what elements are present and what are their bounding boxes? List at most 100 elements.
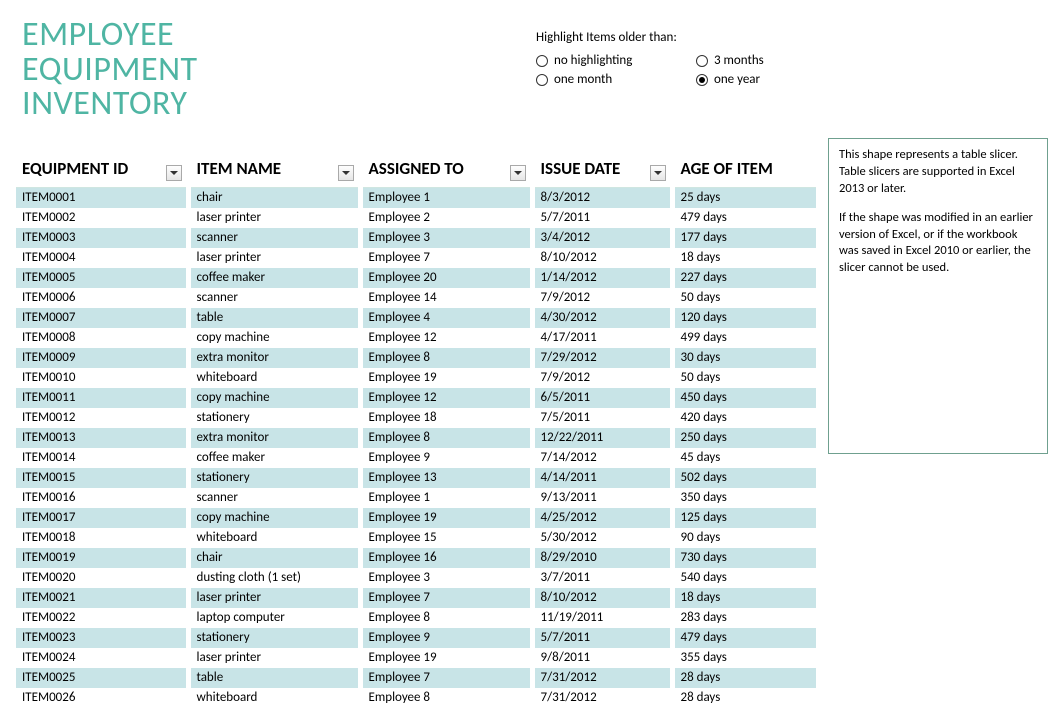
header-item-name[interactable]: ITEM NAME xyxy=(188,150,360,188)
table-row[interactable]: ITEM0007tableEmployee 44/30/2012120 days xyxy=(16,308,816,328)
cell-age[interactable]: 355 days xyxy=(672,648,816,668)
cell-date[interactable]: 8/10/2012 xyxy=(532,588,672,608)
cell-age[interactable]: 50 days xyxy=(672,288,816,308)
cell-age[interactable]: 30 days xyxy=(672,348,816,368)
cell-id[interactable]: ITEM0003 xyxy=(16,228,188,248)
cell-name[interactable]: laser printer xyxy=(188,648,360,668)
cell-age[interactable]: 283 days xyxy=(672,608,816,628)
cell-name[interactable]: table xyxy=(188,668,360,688)
cell-id[interactable]: ITEM0021 xyxy=(16,588,188,608)
cell-date[interactable]: 9/13/2011 xyxy=(532,488,672,508)
table-row[interactable]: ITEM0001chairEmployee 18/3/201225 days xyxy=(16,188,816,208)
cell-id[interactable]: ITEM0025 xyxy=(16,668,188,688)
cell-age[interactable]: 502 days xyxy=(672,468,816,488)
table-row[interactable]: ITEM0009extra monitorEmployee 87/29/2012… xyxy=(16,348,816,368)
cell-id[interactable]: ITEM0018 xyxy=(16,528,188,548)
cell-name[interactable]: extra monitor xyxy=(188,428,360,448)
table-row[interactable]: ITEM0002laser printerEmployee 25/7/20114… xyxy=(16,208,816,228)
table-row[interactable]: ITEM0016scannerEmployee 19/13/2011350 da… xyxy=(16,488,816,508)
filter-dropdown-icon[interactable] xyxy=(650,165,666,181)
cell-age[interactable]: 350 days xyxy=(672,488,816,508)
table-row[interactable]: ITEM0026whiteboardEmployee 87/31/201228 … xyxy=(16,688,816,708)
cell-id[interactable]: ITEM0014 xyxy=(16,448,188,468)
cell-date[interactable]: 7/29/2012 xyxy=(532,348,672,368)
cell-name[interactable]: scanner xyxy=(188,288,360,308)
cell-id[interactable]: ITEM0017 xyxy=(16,508,188,528)
cell-assigned[interactable]: Employee 7 xyxy=(360,668,532,688)
cell-assigned[interactable]: Employee 2 xyxy=(360,208,532,228)
cell-age[interactable]: 479 days xyxy=(672,628,816,648)
cell-id[interactable]: ITEM0020 xyxy=(16,568,188,588)
filter-dropdown-icon[interactable] xyxy=(338,165,354,181)
cell-date[interactable]: 8/10/2012 xyxy=(532,248,672,268)
cell-age[interactable]: 18 days xyxy=(672,588,816,608)
cell-name[interactable]: laser printer xyxy=(188,588,360,608)
cell-id[interactable]: ITEM0006 xyxy=(16,288,188,308)
cell-date[interactable]: 5/7/2011 xyxy=(532,208,672,228)
cell-id[interactable]: ITEM0023 xyxy=(16,628,188,648)
table-row[interactable]: ITEM0024laser printerEmployee 199/8/2011… xyxy=(16,648,816,668)
cell-date[interactable]: 7/9/2012 xyxy=(532,368,672,388)
table-row[interactable]: ITEM0025tableEmployee 77/31/201228 days xyxy=(16,668,816,688)
cell-age[interactable]: 540 days xyxy=(672,568,816,588)
cell-name[interactable]: chair xyxy=(188,188,360,208)
cell-age[interactable]: 177 days xyxy=(672,228,816,248)
table-row[interactable]: ITEM0006scannerEmployee 147/9/201250 day… xyxy=(16,288,816,308)
cell-age[interactable]: 450 days xyxy=(672,388,816,408)
cell-id[interactable]: ITEM0015 xyxy=(16,468,188,488)
table-row[interactable]: ITEM0018whiteboardEmployee 155/30/201290… xyxy=(16,528,816,548)
cell-name[interactable]: dusting cloth (1 set) xyxy=(188,568,360,588)
cell-name[interactable]: laptop computer xyxy=(188,608,360,628)
cell-age[interactable]: 90 days xyxy=(672,528,816,548)
cell-id[interactable]: ITEM0024 xyxy=(16,648,188,668)
cell-assigned[interactable]: Employee 4 xyxy=(360,308,532,328)
cell-assigned[interactable]: Employee 8 xyxy=(360,348,532,368)
table-row[interactable]: ITEM0022laptop computerEmployee 811/19/2… xyxy=(16,608,816,628)
cell-date[interactable]: 3/4/2012 xyxy=(532,228,672,248)
cell-id[interactable]: ITEM0013 xyxy=(16,428,188,448)
cell-age[interactable]: 479 days xyxy=(672,208,816,228)
cell-date[interactable]: 7/9/2012 xyxy=(532,288,672,308)
cell-name[interactable]: stationery xyxy=(188,468,360,488)
cell-assigned[interactable]: Employee 15 xyxy=(360,528,532,548)
cell-date[interactable]: 9/8/2011 xyxy=(532,648,672,668)
table-row[interactable]: ITEM0003scannerEmployee 33/4/2012177 day… xyxy=(16,228,816,248)
cell-id[interactable]: ITEM0004 xyxy=(16,248,188,268)
cell-date[interactable]: 4/14/2011 xyxy=(532,468,672,488)
cell-name[interactable]: copy machine xyxy=(188,328,360,348)
cell-assigned[interactable]: Employee 19 xyxy=(360,648,532,668)
cell-name[interactable]: coffee maker xyxy=(188,448,360,468)
cell-date[interactable]: 4/25/2012 xyxy=(532,508,672,528)
cell-name[interactable]: stationery xyxy=(188,628,360,648)
cell-date[interactable]: 11/19/2011 xyxy=(532,608,672,628)
cell-id[interactable]: ITEM0026 xyxy=(16,688,188,708)
cell-assigned[interactable]: Employee 19 xyxy=(360,368,532,388)
cell-date[interactable]: 8/3/2012 xyxy=(532,188,672,208)
cell-name[interactable]: extra monitor xyxy=(188,348,360,368)
header-equipment-id[interactable]: EQUIPMENT ID xyxy=(16,150,188,188)
radio-no-highlighting[interactable]: no highlighting xyxy=(536,53,696,68)
header-issue-date[interactable]: ISSUE DATE xyxy=(532,150,672,188)
cell-assigned[interactable]: Employee 20 xyxy=(360,268,532,288)
cell-id[interactable]: ITEM0009 xyxy=(16,348,188,368)
cell-name[interactable]: laser printer xyxy=(188,208,360,228)
cell-assigned[interactable]: Employee 13 xyxy=(360,468,532,488)
radio-three-months[interactable]: 3 months xyxy=(696,53,764,68)
cell-assigned[interactable]: Employee 3 xyxy=(360,568,532,588)
cell-date[interactable]: 4/17/2011 xyxy=(532,328,672,348)
cell-date[interactable]: 7/31/2012 xyxy=(532,668,672,688)
cell-name[interactable]: scanner xyxy=(188,228,360,248)
cell-date[interactable]: 6/5/2011 xyxy=(532,388,672,408)
cell-name[interactable]: coffee maker xyxy=(188,268,360,288)
cell-name[interactable]: table xyxy=(188,308,360,328)
cell-id[interactable]: ITEM0001 xyxy=(16,188,188,208)
cell-assigned[interactable]: Employee 9 xyxy=(360,628,532,648)
table-row[interactable]: ITEM0021laser printerEmployee 78/10/2012… xyxy=(16,588,816,608)
table-row[interactable]: ITEM0010whiteboardEmployee 197/9/201250 … xyxy=(16,368,816,388)
table-row[interactable]: ITEM0004laser printerEmployee 78/10/2012… xyxy=(16,248,816,268)
cell-date[interactable]: 5/7/2011 xyxy=(532,628,672,648)
cell-age[interactable]: 18 days xyxy=(672,248,816,268)
table-row[interactable]: ITEM0023stationeryEmployee 95/7/2011479 … xyxy=(16,628,816,648)
cell-age[interactable]: 227 days xyxy=(672,268,816,288)
cell-id[interactable]: ITEM0022 xyxy=(16,608,188,628)
